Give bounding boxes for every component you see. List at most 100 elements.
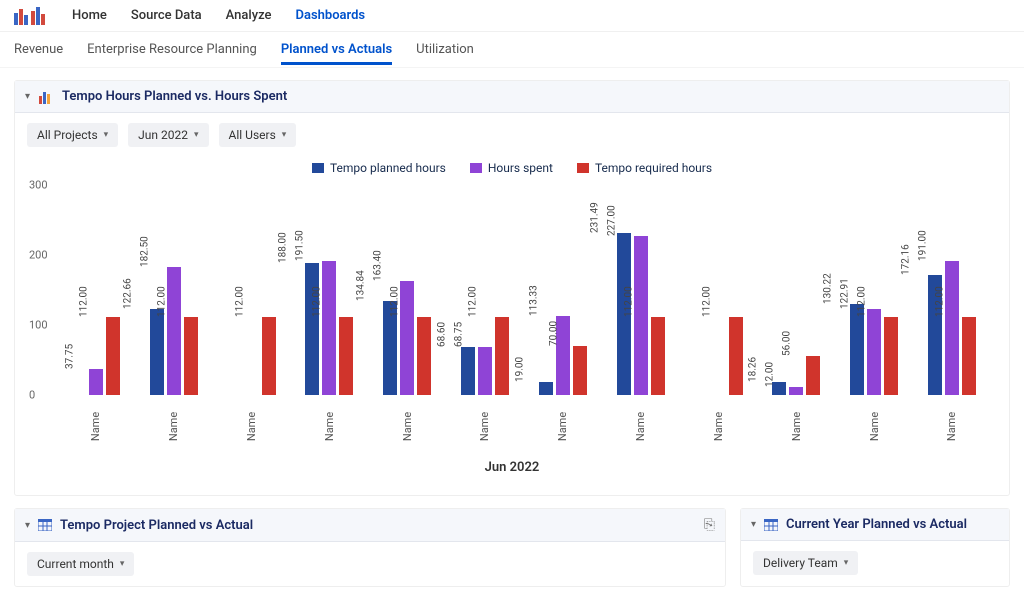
bar-value-label: 37.75: [64, 343, 75, 368]
bar-required[interactable]: 112.00: [106, 317, 120, 395]
nav-analyze[interactable]: Analyze: [226, 4, 272, 27]
filter-current-month[interactable]: Current month ▾: [27, 552, 134, 576]
bar-spent[interactable]: 12.00: [789, 387, 803, 395]
bar-spent[interactable]: 163.40: [400, 281, 414, 395]
bar-required[interactable]: 112.00: [729, 317, 743, 395]
bar-value-label: 112.00: [701, 286, 712, 317]
bar-spent[interactable]: 191.50: [322, 261, 336, 395]
filter-period[interactable]: Jun 2022 ▾: [128, 123, 208, 147]
tab-utilization[interactable]: Utilization: [416, 34, 474, 65]
filter-projects[interactable]: All Projects ▾: [27, 123, 118, 147]
app-logo: [14, 7, 48, 25]
nav-dashboards[interactable]: Dashboards: [296, 4, 366, 27]
bar-value-label: 19.00: [514, 357, 525, 382]
bar-required[interactable]: 112.00: [417, 317, 431, 395]
bar-value-label: 68.75: [453, 322, 464, 347]
legend-spent[interactable]: Hours spent: [470, 161, 553, 175]
bar-required[interactable]: 70.00: [573, 346, 587, 395]
legend-required[interactable]: Tempo required hours: [577, 161, 712, 175]
bar-planned[interactable]: 68.60: [461, 347, 475, 395]
tab-planned-vs-actuals[interactable]: Planned vs Actuals: [281, 34, 392, 65]
bar-group: 130.22122.91112.00: [835, 185, 913, 395]
nav-source-data[interactable]: Source Data: [131, 4, 202, 27]
bar-value-label: 134.84: [356, 270, 367, 301]
panel-project-planned-vs-actual: ▾ Tempo Project Planned vs Actual ⎘ C: [14, 508, 726, 587]
bar-value-label: 112.00: [857, 286, 868, 317]
bar-spent[interactable]: 191.00: [945, 261, 959, 395]
bar-planned[interactable]: 19.00: [539, 382, 553, 395]
bar-group: 68.6068.75112.00: [446, 185, 524, 395]
chart-xaxis: NameNameNameNameNameNameNameNameNameName…: [57, 401, 991, 420]
x-tick-label: Name: [835, 401, 913, 420]
tab-revenue[interactable]: Revenue: [14, 34, 63, 65]
bar-value-label: 163.40: [373, 250, 384, 281]
caret-down-icon[interactable]: ▾: [751, 519, 756, 530]
bar-planned[interactable]: 130.22: [850, 304, 864, 395]
bar-value-label: 56.00: [782, 331, 793, 356]
y-tick: 0: [29, 389, 35, 402]
panel-title: Tempo Hours Planned vs. Hours Spent: [62, 89, 287, 104]
bar-planned[interactable]: 122.66: [150, 309, 164, 395]
bar-spent[interactable]: 68.75: [478, 347, 492, 395]
bar-group: 231.49227.00112.00: [602, 185, 680, 395]
panel-title: Tempo Project Planned vs Actual: [60, 518, 253, 533]
swatch-spent: [470, 163, 482, 173]
bar-required[interactable]: 112.00: [651, 317, 665, 395]
bar-group: 134.84163.40112.00: [368, 185, 446, 395]
bar-value-label: 68.60: [436, 322, 447, 347]
filter-delivery-team[interactable]: Delivery Team ▾: [753, 551, 858, 575]
bar-value-label: 112.00: [468, 286, 479, 317]
caret-down-icon[interactable]: ▾: [25, 520, 30, 531]
bar-group: 112.00: [680, 185, 758, 395]
bar-required[interactable]: 112.00: [962, 317, 976, 395]
top-nav: Home Source Data Analyze Dashboards: [0, 0, 1024, 32]
tab-erp[interactable]: Enterprise Resource Planning: [87, 34, 257, 65]
legend-planned[interactable]: Tempo planned hours: [312, 161, 446, 175]
bar-spent[interactable]: 37.75: [89, 369, 103, 395]
filter-users[interactable]: All Users ▾: [219, 123, 297, 147]
bar-value-label: 112.00: [156, 286, 167, 317]
chart-legend: Tempo planned hours Hours spent Tempo re…: [25, 157, 999, 185]
pin-icon[interactable]: ⎘: [704, 517, 715, 533]
nav-home[interactable]: Home: [72, 4, 107, 27]
bar-required[interactable]: 112.00: [184, 317, 198, 395]
y-tick: 200: [29, 249, 48, 262]
bar-value-label: 18.26: [748, 357, 759, 382]
bar-planned[interactable]: 188.00: [305, 263, 319, 395]
bar-required[interactable]: 112.00: [339, 317, 353, 395]
caret-down-icon[interactable]: ▾: [25, 91, 30, 102]
bar-value-label: 227.00: [606, 205, 617, 236]
x-tick-label: Name: [602, 401, 680, 420]
bar-spent[interactable]: 122.91: [867, 309, 881, 395]
x-tick-label: Name: [57, 401, 135, 420]
chevron-down-icon: ▾: [282, 130, 287, 140]
x-tick-label: Name: [680, 401, 758, 420]
bar-value-label: 122.91: [840, 278, 851, 309]
sub-tabs: Revenue Enterprise Resource Planning Pla…: [0, 32, 1024, 68]
bar-chart-icon: [38, 90, 54, 104]
bar-value-label: 188.00: [278, 233, 289, 264]
x-tick-label: Name: [290, 401, 368, 420]
x-tick-label: Name: [135, 401, 213, 420]
bar-value-label: 112.00: [623, 286, 634, 317]
panel-title: Current Year Planned vs Actual: [786, 517, 967, 532]
x-tick-label: Name: [757, 401, 835, 420]
bar-spent[interactable]: 182.50: [167, 267, 181, 395]
bar-value-label: 122.66: [122, 278, 133, 309]
bar-value-label: 112.00: [390, 286, 401, 317]
bar-required[interactable]: 112.00: [262, 317, 276, 395]
bar-value-label: 113.33: [529, 285, 540, 316]
bar-required[interactable]: 112.00: [495, 317, 509, 395]
bar-required[interactable]: 112.00: [884, 317, 898, 395]
bar-required[interactable]: 56.00: [806, 356, 820, 395]
x-tick-label: Name: [913, 401, 991, 420]
swatch-required: [577, 163, 589, 173]
bar-value-label: 231.49: [589, 203, 600, 234]
bar-value-label: 191.50: [295, 230, 306, 261]
bar-value-label: 130.22: [823, 273, 834, 304]
bar-value-label: 191.00: [918, 231, 929, 262]
x-tick-label: Name: [524, 401, 602, 420]
bar-spent[interactable]: 227.00: [634, 236, 648, 395]
bar-value-label: 182.50: [139, 237, 150, 268]
bar-value-label: 172.16: [901, 244, 912, 275]
